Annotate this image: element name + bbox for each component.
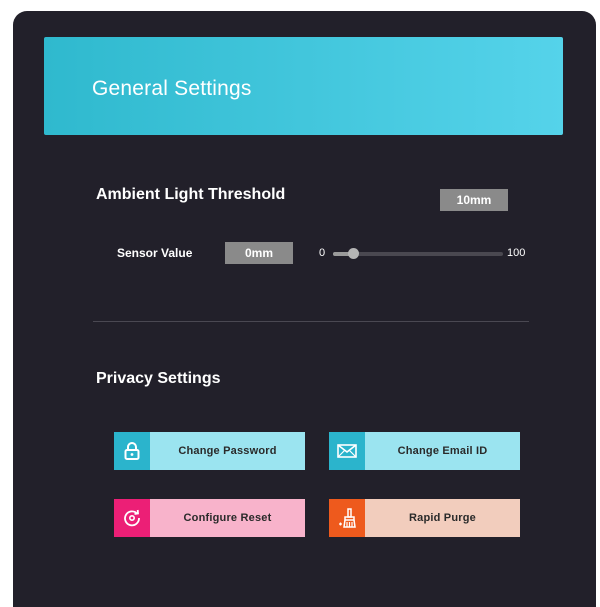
ambient-light-title: Ambient Light Threshold [96, 186, 286, 203]
privacy-settings-title: Privacy Settings [96, 370, 221, 387]
sensor-value-label: Sensor Value [117, 246, 193, 260]
threshold-slider[interactable] [333, 248, 503, 259]
configure-reset-button[interactable]: Configure Reset [114, 499, 305, 537]
settings-panel: General Settings Ambient Light Threshold… [13, 11, 596, 607]
section-divider [93, 321, 529, 322]
change-password-label: Change Password [150, 432, 305, 470]
configure-reset-label: Configure Reset [150, 499, 305, 537]
header-title: General Settings [92, 77, 252, 100]
change-email-label: Change Email ID [365, 432, 520, 470]
lock-icon [114, 432, 150, 470]
change-email-button[interactable]: Change Email ID [329, 432, 520, 470]
slider-thumb[interactable] [348, 248, 360, 259]
sensor-value-box: 0mm [225, 242, 293, 264]
reset-icon [114, 499, 150, 537]
rapid-purge-label: Rapid Purge [365, 499, 520, 537]
slider-min-label: 0 [319, 247, 326, 259]
broom-icon [329, 499, 365, 537]
settings-header: General Settings [44, 37, 563, 135]
change-password-button[interactable]: Change Password [114, 432, 305, 470]
slider-max-label: 100 [507, 247, 526, 259]
envelope-icon [329, 432, 365, 470]
rapid-purge-button[interactable]: Rapid Purge [329, 499, 520, 537]
threshold-value-box: 10mm [440, 189, 508, 211]
